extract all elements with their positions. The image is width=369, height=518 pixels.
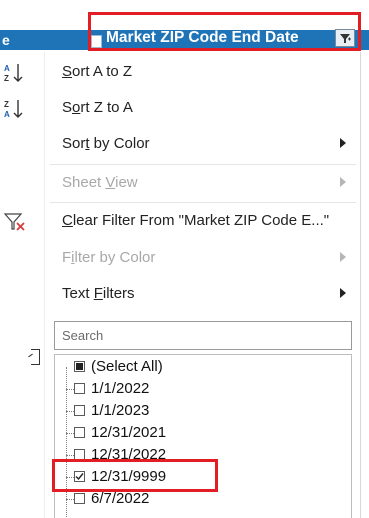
submenu-arrow-icon xyxy=(340,138,346,148)
tree-connector xyxy=(66,455,74,456)
menu-item-sort-z-to-a[interactable]: Z A Sort Z to A xyxy=(0,90,356,126)
svg-text:A: A xyxy=(4,110,10,119)
list-item-label: (Select All) xyxy=(91,358,163,375)
menu-item-label: Sheet View xyxy=(62,174,138,191)
menu-item-label: Filter by Color xyxy=(62,249,156,266)
svg-text:Z: Z xyxy=(4,100,9,109)
menu-item-label: Sort A to Z xyxy=(62,63,133,80)
tree-connector xyxy=(66,433,74,434)
list-item[interactable]: 12/31/2021 xyxy=(55,423,351,445)
svg-text:A: A xyxy=(4,64,10,73)
previous-column-header-fragment: e xyxy=(2,32,10,48)
menu-item-sort-by-color[interactable]: Sort by Color xyxy=(0,126,356,162)
menu-item-clear-filter[interactable]: Clear Filter From "Market ZIP Code E..." xyxy=(0,203,356,239)
menu-item-filter-by-color: Filter by Color xyxy=(0,240,356,276)
checkbox[interactable] xyxy=(74,405,85,416)
tree-connector xyxy=(66,389,74,390)
tree-connector xyxy=(66,499,74,500)
menu-right-border xyxy=(360,52,361,518)
list-item-label: 1/1/2022 xyxy=(91,380,150,397)
list-item-label: 1/1/2023 xyxy=(91,402,150,419)
menu-item-sheet-view: Sheet View xyxy=(0,165,356,201)
list-item-select-all[interactable]: (Select All) xyxy=(55,357,351,379)
list-item-label: 6/7/2022 xyxy=(91,490,150,507)
checkbox[interactable] xyxy=(74,383,85,394)
submenu-arrow-icon xyxy=(340,288,346,298)
menu-item-label: Sort by Color xyxy=(62,135,150,152)
list-item-label: 12/31/2021 xyxy=(91,424,167,441)
svg-text:Z: Z xyxy=(4,74,9,83)
header-highlight-box xyxy=(88,12,361,51)
menu-item-label: Sort Z to A xyxy=(62,99,133,116)
checkbox[interactable] xyxy=(74,493,85,504)
submenu-arrow-icon xyxy=(340,177,346,187)
menu-item-text-filters[interactable]: Text Filters xyxy=(0,276,356,312)
filter-values-list[interactable]: (Select All) 1/1/2022 1/1/2023 12/31/202… xyxy=(54,354,352,518)
list-item[interactable]: 6/7/2022 xyxy=(55,489,351,511)
checkbox[interactable] xyxy=(74,427,85,438)
list-item[interactable]: 1/1/2023 xyxy=(55,401,351,423)
tree-connector xyxy=(66,411,74,412)
left-edge-fragment-icon xyxy=(31,349,40,365)
checkbox-partial[interactable] xyxy=(74,361,85,372)
menu-item-sort-a-to-z[interactable]: A Z Sort A to Z xyxy=(0,54,356,90)
sort-descending-icon: Z A xyxy=(4,100,23,119)
clear-filter-icon xyxy=(3,213,25,231)
submenu-arrow-icon xyxy=(340,252,346,262)
list-item[interactable]: 1/1/2022 xyxy=(55,379,351,401)
sort-ascending-icon: A Z xyxy=(4,64,23,83)
menu-item-label: Text Filters xyxy=(62,285,135,302)
menu-item-label: Clear Filter From "Market ZIP Code E..." xyxy=(62,212,330,229)
selected-value-highlight-box xyxy=(52,459,218,492)
search-input[interactable]: Search xyxy=(54,321,352,350)
